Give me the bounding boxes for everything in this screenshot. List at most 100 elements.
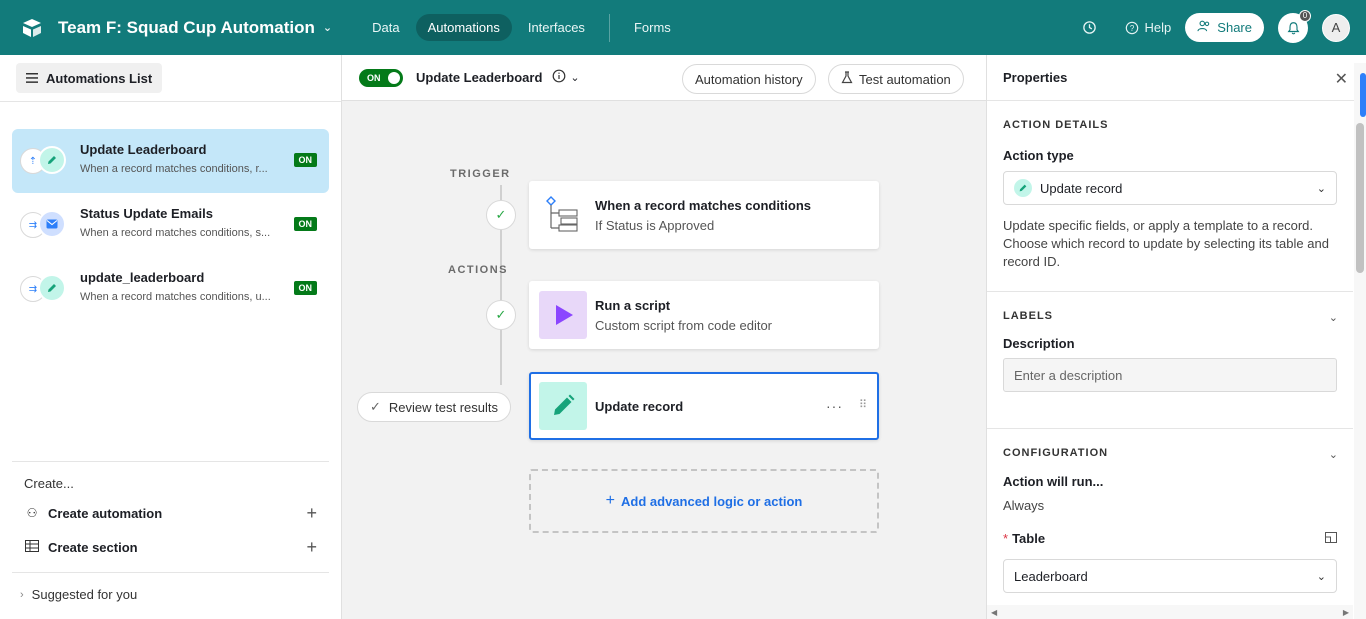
plus-icon: + bbox=[306, 536, 317, 557]
chevron-down-icon[interactable]: ⌄ bbox=[1329, 448, 1338, 461]
table-label: Table bbox=[1012, 531, 1046, 546]
trigger-card[interactable]: When a record matches conditions If Stat… bbox=[529, 181, 879, 249]
update-record-card[interactable]: Update record ··· ⠿ bbox=[529, 372, 879, 440]
tab-automations[interactable]: Automations bbox=[415, 14, 512, 41]
top-bar: Team F: Squad Cup Automation ⌄ Data Auto… bbox=[0, 0, 1366, 55]
table-value: Leaderboard bbox=[1014, 568, 1088, 584]
info-icon[interactable] bbox=[552, 69, 566, 86]
automation-name: Update Leaderboard bbox=[80, 142, 207, 157]
drag-handle-icon[interactable]: ⠿ bbox=[859, 398, 867, 411]
chevron-down-icon[interactable]: ⌄ bbox=[1329, 311, 1338, 324]
automation-icons: ⇉ bbox=[20, 208, 68, 240]
action-type-label: Action type bbox=[1003, 148, 1074, 163]
create-section-label: Create section bbox=[48, 539, 138, 555]
tab-interfaces[interactable]: Interfaces bbox=[516, 14, 597, 41]
automation-canvas: ON Update Leaderboard ⌄ Automation histo… bbox=[342, 55, 986, 619]
automation-item-status-update-emails[interactable]: ⇉ Status Update Emails When a record mat… bbox=[12, 193, 329, 257]
play-icon bbox=[539, 291, 587, 339]
help-button[interactable]: ? Help bbox=[1125, 20, 1172, 35]
action-will-run-value: Always bbox=[1003, 498, 1045, 513]
menu-icon bbox=[26, 71, 38, 86]
trigger-card-subtitle: If Status is Approved bbox=[595, 217, 715, 233]
automation-history-button[interactable]: Automation history bbox=[682, 64, 816, 94]
automations-list-label: Automations List bbox=[46, 70, 153, 86]
status-badge: ON bbox=[293, 153, 317, 167]
notifications-button[interactable]: 0 bbox=[1278, 9, 1311, 43]
users-icon bbox=[1197, 20, 1211, 35]
action-will-run-label: Action will run... bbox=[1003, 474, 1104, 489]
create-section: Create... ⚇ Create automation + Create s… bbox=[12, 461, 329, 563]
notification-count-badge: 0 bbox=[1299, 9, 1311, 22]
properties-panel: Properties ✕ ACTION DETAILS Action type … bbox=[986, 55, 1366, 619]
configuration-title: CONFIGURATION bbox=[1003, 447, 1109, 459]
action-type-select[interactable]: Update record ⌄ bbox=[1003, 171, 1337, 205]
nav-divider bbox=[608, 13, 610, 42]
trigger-check-icon: ✓ bbox=[486, 200, 516, 230]
test-automation-label: Test automation bbox=[859, 71, 951, 87]
airtable-logo-icon[interactable] bbox=[20, 16, 44, 40]
labels-section: LABELS Description Enter a description bbox=[987, 310, 1353, 392]
check-icon: ✓ bbox=[370, 399, 381, 414]
automation-on-toggle[interactable]: ON bbox=[359, 68, 403, 87]
close-icon[interactable]: ✕ bbox=[1335, 69, 1348, 89]
description-placeholder: Enter a description bbox=[1014, 367, 1123, 383]
action-details-title: ACTION DETAILS bbox=[1003, 119, 1109, 131]
horizontal-scrollbar[interactable]: ◀ ▶ bbox=[987, 605, 1353, 619]
scroll-indicator bbox=[1360, 73, 1366, 117]
automation-description: When a record matches conditions, s... bbox=[80, 227, 271, 239]
add-logic-label: Add advanced logic or action bbox=[621, 493, 803, 509]
automation-icons: ⇡ bbox=[20, 144, 68, 176]
history-icon[interactable] bbox=[1082, 20, 1097, 35]
create-section-button[interactable]: Create section + bbox=[12, 531, 329, 563]
labels-title: LABELS bbox=[1003, 310, 1053, 322]
add-logic-or-action-button[interactable]: + Add advanced logic or action bbox=[529, 469, 879, 533]
properties-header: Properties bbox=[987, 55, 1366, 101]
table-select[interactable]: Leaderboard ⌄ bbox=[1003, 559, 1337, 593]
tab-forms[interactable]: Forms bbox=[622, 14, 683, 41]
test-automation-button[interactable]: Test automation bbox=[828, 64, 964, 94]
base-title[interactable]: Team F: Squad Cup Automation ⌄ bbox=[58, 18, 332, 38]
run-script-title: Run a script bbox=[595, 297, 671, 313]
avatar[interactable]: A bbox=[1322, 13, 1350, 42]
share-button[interactable]: Share bbox=[1185, 13, 1264, 42]
create-title: Create... bbox=[24, 476, 74, 491]
action-type-value: Update record bbox=[1040, 180, 1123, 196]
pencil-icon bbox=[1014, 179, 1032, 197]
scroll-left-icon[interactable]: ◀ bbox=[991, 608, 997, 617]
automation-item-update-leaderboard-2[interactable]: ⇉ update_leaderboard When a record match… bbox=[12, 257, 329, 321]
help-label: Help bbox=[1144, 20, 1172, 35]
table-icon bbox=[24, 539, 40, 555]
automation-title[interactable]: Update Leaderboard bbox=[416, 70, 542, 85]
base-name: Team F: Squad Cup Automation bbox=[58, 17, 315, 37]
pencil-icon bbox=[38, 274, 66, 302]
scroll-thumb[interactable] bbox=[1356, 123, 1364, 273]
automation-header: ON Update Leaderboard ⌄ Automation histo… bbox=[342, 55, 986, 101]
suggested-for-you-toggle[interactable]: › Suggested for you bbox=[12, 572, 329, 602]
description-input[interactable]: Enter a description bbox=[1003, 358, 1337, 392]
create-automation-label: Create automation bbox=[48, 505, 163, 521]
more-options-icon[interactable]: ··· bbox=[826, 398, 843, 414]
automation-name: update_leaderboard bbox=[80, 270, 205, 285]
run-script-card[interactable]: Run a script Custom script from code edi… bbox=[529, 281, 879, 349]
trigger-stage-label: TRIGGER bbox=[450, 168, 511, 180]
automations-list-button[interactable]: Automations List bbox=[16, 63, 163, 93]
svg-text:?: ? bbox=[1129, 24, 1134, 33]
flask-icon bbox=[841, 71, 853, 87]
chevron-down-icon: ⌄ bbox=[322, 22, 333, 34]
actions-stage-label: ACTIONS bbox=[448, 264, 508, 276]
vertical-scrollbar[interactable] bbox=[1354, 63, 1366, 619]
scroll-right-icon[interactable]: ▶ bbox=[1343, 608, 1349, 617]
main-nav: Data Automations Interfaces Forms bbox=[360, 13, 683, 42]
status-badge: ON bbox=[293, 217, 317, 231]
tab-data[interactable]: Data bbox=[360, 14, 411, 41]
automation-name: Status Update Emails bbox=[80, 206, 213, 221]
chevron-down-icon[interactable]: ⌄ bbox=[570, 71, 579, 84]
review-test-results-button[interactable]: ✓ Review test results bbox=[357, 392, 511, 422]
automation-description: When a record matches conditions, u... bbox=[80, 291, 271, 303]
section-divider bbox=[987, 428, 1353, 429]
script-check-icon: ✓ bbox=[486, 300, 516, 330]
automation-item-update-leaderboard[interactable]: ⇡ Update Leaderboard When a record match… bbox=[12, 129, 329, 193]
expand-icon[interactable] bbox=[1325, 531, 1337, 546]
create-automation-button[interactable]: ⚇ Create automation + bbox=[12, 497, 329, 529]
plus-icon: + bbox=[306, 502, 317, 523]
